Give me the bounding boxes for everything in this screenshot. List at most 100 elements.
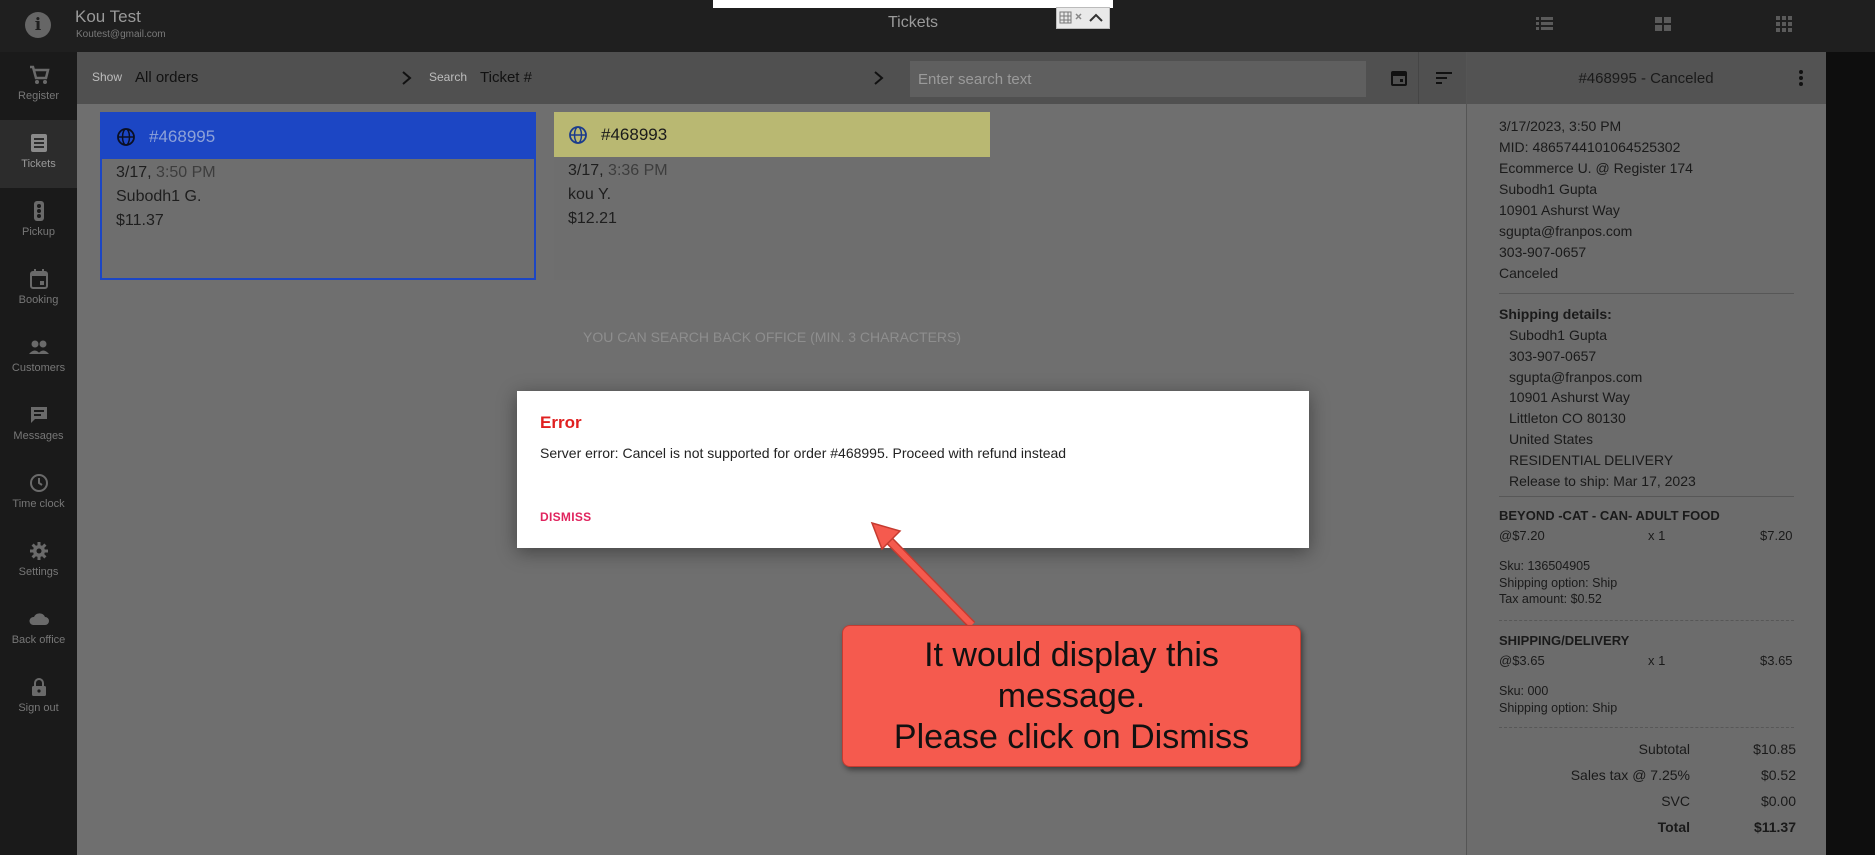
sub-line: Tax amount: $0.52	[1499, 592, 1602, 606]
shipping-line: United States	[1509, 430, 1594, 447]
search-label: Search	[429, 70, 468, 84]
detail-line: 10901 Ashurst Way	[1499, 202, 1620, 218]
search-hint: YOU CAN SEARCH BACK OFFICE (MIN. 3 CHARA…	[583, 329, 962, 345]
search-field-select[interactable]: Search Ticket #	[429, 52, 889, 104]
sub-line: Sku: 000	[1499, 684, 1549, 698]
ticket-card[interactable]: #468995 3/17, 3:50 PM Subodh1 G. $11.37	[100, 112, 536, 280]
detail-line: 303-907-0657	[1499, 244, 1587, 260]
nav-label: Booking	[18, 294, 59, 306]
callout-line: Please click on Dismiss	[893, 717, 1250, 756]
overlay-strip	[713, 0, 1113, 8]
nav-label: Tickets	[21, 158, 56, 170]
ticket-id: #468995	[149, 127, 216, 146]
detail-line: Canceled	[1499, 265, 1559, 281]
calendar-icon[interactable]	[1388, 67, 1410, 89]
line-item-qty: x 1	[1648, 653, 1666, 668]
nav-label: Time clock	[12, 498, 65, 510]
chevron-right-icon	[402, 71, 412, 85]
chevron-right-icon	[874, 71, 884, 85]
nav-label: Settings	[18, 566, 59, 578]
window-controls-icon	[1059, 11, 1103, 24]
left-nav: Register Tickets Pickup Booking Customer…	[0, 52, 77, 855]
totals-label: SVC	[1661, 793, 1690, 809]
divider	[1499, 620, 1794, 621]
cloud-icon	[28, 613, 49, 625]
detail-line: sgupta@franpos.com	[1499, 223, 1633, 239]
annotation-callout: It would display this message. Please cl…	[842, 625, 1301, 767]
totals-value: $0.00	[1760, 793, 1796, 809]
dismiss-button[interactable]: DISMISS	[540, 510, 591, 524]
ticket-card[interactable]: #468993 3/17, 3:36 PM kou Y. $12.21	[554, 112, 990, 280]
nav-register[interactable]: Register	[0, 52, 77, 120]
window-controls[interactable]	[1056, 7, 1110, 29]
divider	[1466, 52, 1467, 855]
sort-icon[interactable]	[1433, 67, 1455, 89]
line-item-qty: x 1	[1648, 528, 1666, 543]
ticket-date: 3/17,	[116, 164, 152, 181]
detail-line: MID: 4865744101064525302	[1499, 139, 1681, 155]
ticket-date: 3/17,	[568, 162, 604, 179]
detail-line: Subodh1 Gupta	[1499, 181, 1598, 197]
globe-icon	[117, 128, 135, 146]
divider	[1499, 496, 1794, 497]
line-item-price: @$3.65	[1499, 653, 1545, 668]
ticket-time: 3:36 PM	[608, 162, 668, 179]
nav-sign-out[interactable]: Sign out	[0, 664, 77, 732]
show-value: All orders	[135, 69, 199, 86]
totals-label: Subtotal	[1638, 741, 1690, 757]
nav-time-clock[interactable]: Time clock	[0, 460, 77, 528]
ticket-card-header: #468995	[102, 114, 534, 159]
apps-icon[interactable]	[1772, 12, 1796, 36]
shipping-line: sgupta@franpos.com	[1509, 368, 1643, 385]
ticket-time: 3:50 PM	[156, 164, 216, 181]
clock-icon	[29, 474, 48, 492]
line-item-name: SHIPPING/DELIVERY	[1499, 633, 1630, 648]
nav-booking[interactable]: Booking	[0, 256, 77, 324]
ticket-id: #468993	[601, 125, 668, 144]
sub-line: Sku: 136504905	[1499, 559, 1591, 573]
nav-label: Messages	[13, 430, 64, 442]
shipping-line: 303-907-0657	[1509, 347, 1597, 364]
shipping-line: Littleton CO 80130	[1509, 410, 1626, 427]
nav-settings[interactable]: Settings	[0, 528, 77, 596]
nav-pickup[interactable]: Pickup	[0, 188, 77, 256]
show-filter[interactable]: Show All orders	[92, 52, 422, 104]
globe-icon	[569, 126, 587, 144]
detail-line: Ecommerce U. @ Register 174	[1499, 160, 1693, 176]
totals-label: Sales tax @ 7.25%	[1570, 767, 1690, 783]
traffic-light-icon	[33, 201, 44, 221]
nav-label: Customers	[11, 362, 66, 374]
scrollbar[interactable]	[1826, 52, 1875, 855]
divider	[1499, 727, 1794, 728]
chat-icon	[30, 407, 47, 423]
nav-back-office[interactable]: Back office	[0, 596, 77, 664]
nav-tickets[interactable]: Tickets	[0, 120, 77, 188]
nav-messages[interactable]: Messages	[0, 392, 77, 460]
annotation-arrow	[870, 521, 976, 629]
shipping-line: Release to ship: Mar 17, 2023	[1509, 472, 1696, 489]
ticket-datetime: 3/17, 3:36 PM	[568, 162, 668, 180]
callout-line: message.	[997, 676, 1146, 715]
ticket-customer: Subodh1 G.	[116, 188, 202, 205]
calendar-icon	[29, 269, 48, 289]
detail-info: 3/17/2023, 3:50 PM MID: 4865744101064525…	[1499, 116, 1693, 284]
line-item-name: BEYOND -CAT - CAN- ADULT FOOD	[1499, 508, 1720, 523]
shipping-line: Subodh1 Gupta	[1509, 327, 1608, 343]
nav-customers[interactable]: Customers	[0, 324, 77, 392]
grid-view-icon[interactable]	[1651, 12, 1675, 36]
sub-line: Shipping option: Ship	[1499, 575, 1618, 590]
totals-value: $0.52	[1760, 767, 1796, 783]
nav-label: Back office	[11, 634, 66, 646]
search-field-value: Ticket #	[480, 69, 532, 86]
ticket-total: $11.37	[116, 212, 164, 229]
divider	[1499, 293, 1794, 294]
shipping-title: Shipping details:	[1499, 306, 1612, 322]
more-vert-icon[interactable]	[1791, 68, 1811, 88]
search-input[interactable]	[910, 61, 1366, 97]
detail-line: 3/17/2023, 3:50 PM	[1499, 118, 1622, 134]
dialog-message: Server error: Cancel is not supported fo…	[540, 445, 1067, 461]
cart-icon	[29, 65, 50, 84]
nav-label: Pickup	[21, 226, 56, 238]
list-view-icon[interactable]	[1532, 12, 1556, 36]
shipping-line: 10901 Ashurst Way	[1509, 389, 1630, 406]
